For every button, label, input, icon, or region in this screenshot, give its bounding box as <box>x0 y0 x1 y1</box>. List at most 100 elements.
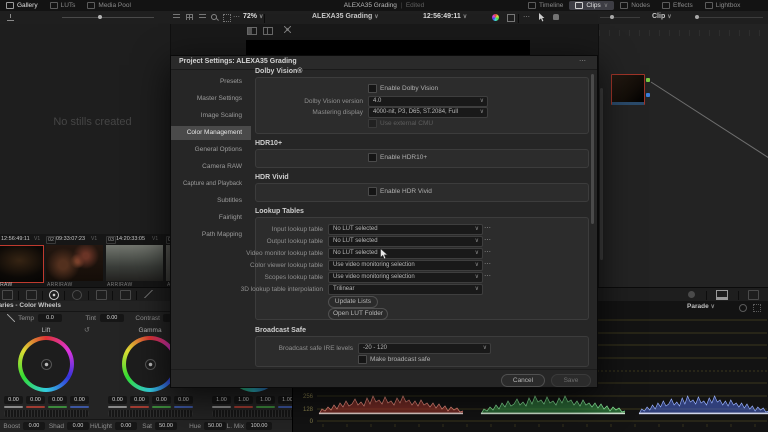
timeline-selector[interactable]: ALEXA35 Grading ∨ <box>312 13 379 20</box>
camera-raw-icon[interactable] <box>2 290 13 300</box>
curves-icon[interactable] <box>144 290 153 298</box>
rgb-mixer-icon[interactable] <box>96 290 107 300</box>
cancel-button[interactable]: Cancel <box>501 374 545 387</box>
gain-g-value[interactable]: 1.00 <box>256 396 275 404</box>
list-view-icon[interactable] <box>199 14 206 20</box>
scopes-lut-dropdown[interactable]: Use video monitoring selection ∨ <box>328 272 483 283</box>
tab-effects[interactable]: Effects <box>656 0 699 11</box>
viewer-options-icon[interactable]: ⋯ <box>523 14 531 22</box>
save-button[interactable]: Save <box>551 374 591 387</box>
viewer-zoom-level[interactable]: 72% ∨ <box>243 13 263 20</box>
mastering-display-dropdown[interactable]: 4000-nit, P3, D65, ST.2084, Full ∨ <box>368 107 488 118</box>
sidebar-item-camera-raw[interactable]: Camera RAW <box>171 160 251 174</box>
color-viewer-lut-dropdown[interactable]: Use video monitoring selection ∨ <box>328 260 483 271</box>
gain-r-value[interactable]: 1.00 <box>234 396 253 404</box>
lut-interpolation-dropdown[interactable]: Trilinear ∨ <box>328 284 483 295</box>
scope-expand-icon[interactable] <box>753 304 761 312</box>
tab-timeline[interactable]: Timeline <box>522 0 569 11</box>
color-viewer-lut-browse-icon[interactable]: ⋯ <box>484 261 492 269</box>
enhanced-viewer-icon[interactable] <box>284 26 291 33</box>
hue-value[interactable]: 50.00 <box>204 422 226 430</box>
enable-hdr-vivid-checkbox[interactable] <box>368 187 377 196</box>
sidebar-item-presets[interactable]: Presets <box>171 75 251 89</box>
pointer-tool-icon[interactable] <box>539 13 546 22</box>
hilight-value[interactable]: 0.00 <box>115 422 137 430</box>
output-lut-dropdown[interactable]: No LUT selected ∨ <box>328 236 483 247</box>
expand-panel-icon[interactable] <box>223 14 231 22</box>
scopes-lut-browse-icon[interactable]: ⋯ <box>484 273 492 281</box>
keyframes-icon[interactable] <box>748 290 759 300</box>
temp-value[interactable]: 0.0 <box>38 314 62 322</box>
sidebar-item-subtitles[interactable]: Subtitles <box>171 194 251 208</box>
grid-view-icon[interactable] <box>186 14 193 20</box>
open-lut-folder-button[interactable]: Open LUT Folder <box>328 308 388 320</box>
clip-slider-handle[interactable] <box>695 15 699 19</box>
ire-levels-dropdown[interactable]: -20 - 120 ∨ <box>358 343 491 354</box>
lift-b-value[interactable]: 0.00 <box>70 396 89 404</box>
clip2-thumbnail[interactable] <box>46 245 103 281</box>
lift-master-wheel[interactable] <box>4 410 89 417</box>
enable-dolby-vision-checkbox[interactable] <box>368 84 377 93</box>
gamma-g-value[interactable]: 0.00 <box>152 396 171 404</box>
gamma-y-value[interactable]: 0.00 <box>108 396 127 404</box>
hand-tool-icon[interactable] <box>553 14 559 20</box>
gamma-b-value[interactable]: 0.00 <box>174 396 193 404</box>
enable-hdr10-checkbox[interactable] <box>368 153 377 162</box>
node-zoom-handle[interactable] <box>610 15 614 19</box>
use-external-cmu-checkbox[interactable] <box>368 119 377 128</box>
gain-y-value[interactable]: 1.00 <box>212 396 231 404</box>
thumb-size-slider-handle[interactable] <box>98 15 102 19</box>
shad-value[interactable]: 0.00 <box>67 422 89 430</box>
lummix-value[interactable]: 100.00 <box>246 422 272 430</box>
gamma-r-value[interactable]: 0.00 <box>130 396 149 404</box>
node-zoom-slider[interactable] <box>600 17 640 18</box>
input-lut-dropdown[interactable]: No LUT selected ∨ <box>328 224 483 235</box>
motion-effects-icon[interactable] <box>120 290 131 300</box>
sidebar-item-master-settings[interactable]: Master Settings <box>171 92 251 106</box>
scope-settings-icon[interactable] <box>739 304 747 312</box>
clip1-thumbnail[interactable] <box>0 245 44 283</box>
video-monitor-lut-dropdown[interactable]: No LUT selected ∨ <box>328 248 483 259</box>
thumb-size-slider[interactable] <box>62 17 154 18</box>
gallery-options-icon[interactable]: ⋯ <box>233 14 241 22</box>
tint-value[interactable]: 0.00 <box>100 314 124 322</box>
tab-lightbox[interactable]: Lightbox <box>699 0 747 11</box>
lift-y-value[interactable]: 0.00 <box>4 396 23 404</box>
dialog-scrollbar[interactable] <box>591 74 594 224</box>
gain-master-wheel[interactable] <box>212 410 292 417</box>
highlight-icon[interactable] <box>688 291 695 298</box>
sidebar-item-fairlight[interactable]: Fairlight <box>171 211 251 225</box>
clip3-thumbnail[interactable] <box>106 245 163 281</box>
viewer-expand-icon[interactable] <box>507 14 515 22</box>
gamma-master-wheel[interactable] <box>108 410 193 417</box>
scopes-icon[interactable] <box>716 290 728 300</box>
grab-still-icon[interactable] <box>7 14 14 21</box>
sidebar-item-image-scaling[interactable]: Image Scaling <box>171 109 251 123</box>
make-broadcast-safe-checkbox[interactable] <box>358 355 367 364</box>
sort-icon[interactable] <box>173 14 180 20</box>
clip-slider[interactable] <box>697 17 763 18</box>
tab-clips[interactable]: Clips ∨ <box>569 1 615 10</box>
lift-r-value[interactable]: 0.00 <box>26 396 45 404</box>
sidebar-item-general-options[interactable]: General Options <box>171 143 251 157</box>
wipe-mode-icon[interactable] <box>247 27 257 35</box>
dialog-options-icon[interactable]: ⋯ <box>579 58 587 66</box>
boost-value[interactable]: 0.00 <box>23 422 45 430</box>
tab-nodes[interactable]: Nodes <box>614 0 656 11</box>
output-lut-browse-icon[interactable]: ⋯ <box>484 237 492 245</box>
sidebar-item-capture-playback[interactable]: Capture and Playback <box>171 177 251 191</box>
sidebar-item-color-management[interactable]: Color Management <box>171 126 251 140</box>
lift-wheel[interactable] <box>18 336 74 392</box>
color-match-icon[interactable] <box>26 290 37 300</box>
video-monitor-lut-browse-icon[interactable]: ⋯ <box>484 249 492 257</box>
input-lut-browse-icon[interactable]: ⋯ <box>484 225 492 233</box>
hdr-grade-icon[interactable] <box>72 290 82 300</box>
update-lists-button[interactable]: Update Lists <box>328 296 378 308</box>
sat-value[interactable]: 50.00 <box>155 422 177 430</box>
split-screen-icon[interactable] <box>263 27 273 35</box>
gain-b-value[interactable]: 1.00 <box>278 396 292 404</box>
gamut-indicator-icon[interactable] <box>492 14 499 21</box>
clip-mode-selector[interactable]: Clip ∨ <box>652 13 672 20</box>
dolby-version-dropdown[interactable]: 4.0 ∨ <box>368 96 488 107</box>
lift-g-value[interactable]: 0.00 <box>48 396 67 404</box>
